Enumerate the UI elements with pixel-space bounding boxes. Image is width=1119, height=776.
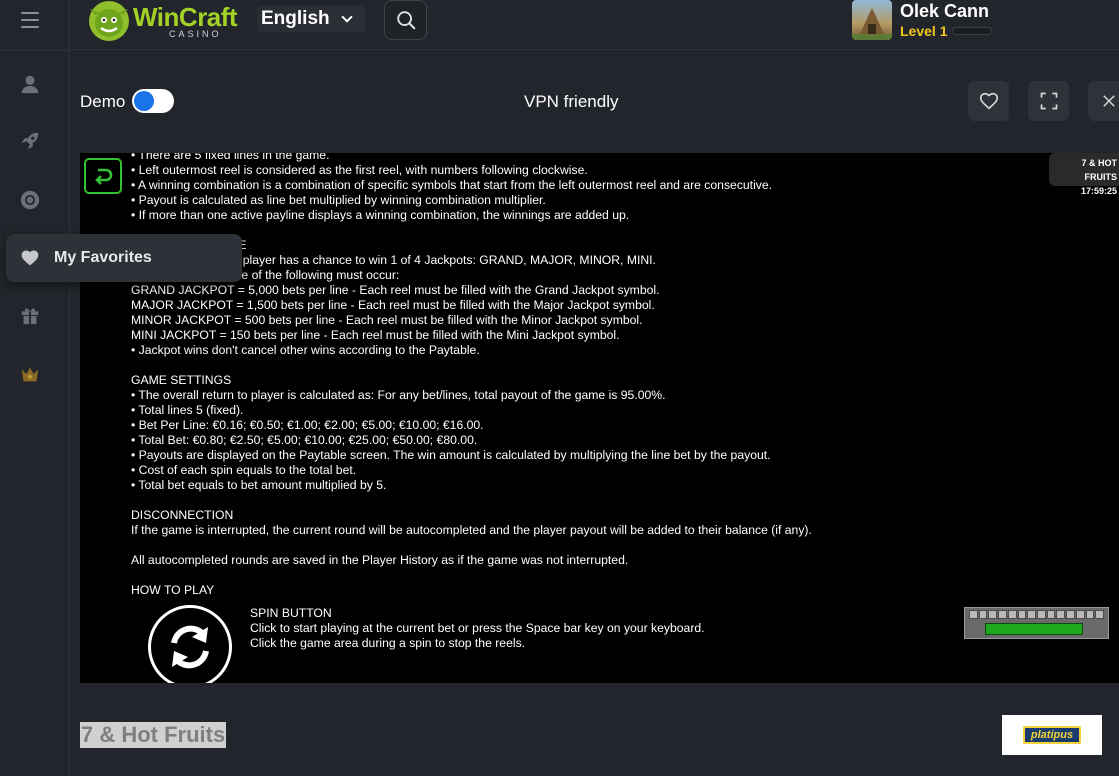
brand-name: WinCraft [133,1,238,32]
goblin-mascot-icon [89,1,129,41]
rules-line: • There are 5 fixed lines in the game. [131,153,330,162]
search-icon [396,11,415,30]
sidebar-divider [0,50,70,51]
language-value: English [261,8,330,29]
rules-line: MAJOR JACKPOT = 1,500 bets per line - Ea… [131,298,655,312]
fullscreen-icon [1040,92,1057,110]
rules-line: All autocompleted rounds are saved in th… [131,553,629,567]
search-button[interactable] [384,0,427,40]
rules-line [131,493,1031,508]
rules-line [131,568,1031,583]
rules-line [131,223,1031,238]
chevron-down-icon [341,11,353,23]
game-frame[interactable]: • There are 5 fixed lines in the game. • … [80,153,1119,683]
rules-line: • A winning combination is a combination… [131,178,773,192]
game-info-badge: 7 & HOT FRUITS 17:59:25 [1049,153,1119,196]
rules-line: During any spin, the player has a chance… [131,253,656,267]
rocket-icon[interactable] [17,128,43,154]
rules-line: HOW TO PLAY [131,583,215,597]
rules-line: • If more than one active payline displa… [131,208,630,222]
avatar [852,0,892,40]
top-bar: WinCraft CASINO English Olek Cann Level … [71,0,1119,50]
user-profile[interactable]: Olek Cann Level 1 [852,0,994,42]
spin-arrows-icon [171,625,209,669]
rules-line: • The overall return to player is calcul… [131,388,666,402]
back-button[interactable] [84,158,122,194]
user-icon[interactable] [17,71,43,97]
casino-chip-icon[interactable] [17,187,43,213]
spin-help-title: SPIN BUTTON [250,606,332,620]
return-arrow-icon [95,168,113,185]
spin-help-line1: Click to start playing at the current be… [250,621,705,635]
rules-line: • Left outermost reel is considered as t… [131,163,588,177]
rules-line: GRAND JACKPOT = 5,000 bets per line - Ea… [131,283,660,297]
provider-logo[interactable]: platipus [1002,715,1102,755]
rules-line: • Payout is calculated as line bet multi… [131,193,546,207]
rules-line: • Bet Per Line: €0.16; €0.50; €1.00; €2.… [131,418,484,432]
rules-line: • Payouts are displayed on the Paytable … [131,448,771,462]
gift-icon[interactable] [17,302,43,328]
game-rules-text: • There are 5 fixed lines in the game. • … [131,153,1031,598]
spin-help: SPIN BUTTON Click to start playing at th… [250,606,705,651]
vpn-friendly-label: VPN friendly [524,92,619,111]
demo-label: Demo [80,92,126,111]
toggle-knob [134,91,154,111]
my-favorites-item[interactable]: My Favorites [6,234,242,282]
demo-toggle[interactable] [132,89,174,113]
user-name: Olek Cann [900,1,990,21]
mini-keys [969,610,1105,619]
game-info-title: 7 & HOT FRUITS [1081,158,1117,182]
crown-icon[interactable] [17,361,43,387]
heart-outline-icon [979,92,998,110]
rules-line: • Total lines 5 (fixed). [131,403,244,417]
fullscreen-button[interactable] [1028,81,1069,121]
close-icon [1102,95,1115,107]
menu-icon[interactable] [21,12,39,28]
game-title: 7 & Hot Fruits [80,722,227,748]
rules-line: DISCONNECTION [131,508,234,522]
rules-line: JACKPOT FEATURE [131,238,1031,253]
rules-line: • Cost of each spin equals to the total … [131,463,357,477]
rules-line: • Total Bet: €0.80; €2.50; €5.00; €10.00… [131,433,478,447]
mini-control-panel[interactable] [964,607,1109,639]
rules-line [131,358,1031,373]
rules-line: MINI JACKPOT = 150 bets per line - Each … [131,328,620,342]
rules-line: • Total bet equals to bet amount multipl… [131,478,387,492]
rules-line: To win a Jackpot, one of the following m… [131,268,400,282]
rules-line: If the game is interrupted, the current … [131,523,812,537]
my-favorites-label: My Favorites [54,249,152,266]
provider-name: platipus [1022,726,1082,744]
spin-button[interactable] [148,605,232,683]
close-game-button[interactable] [1088,81,1119,121]
rules-line: MINOR JACKPOT = 500 bets per line - Each… [131,313,643,327]
user-level: Level 1 [900,23,948,39]
spin-help-line2: Click the game area during a spin to sto… [250,636,526,650]
mini-progress-bar [985,623,1083,635]
level-progress-bar [952,27,992,35]
heart-icon [21,250,39,266]
brand-sub: CASINO [169,28,222,39]
rules-line [131,538,1031,553]
language-select[interactable]: English [257,6,365,32]
rules-line: GAME SETTINGS [131,373,232,387]
game-info-time: 17:59:25 [1080,186,1117,196]
wincraft-logo[interactable]: WinCraft CASINO [89,0,238,42]
favorite-button[interactable] [968,81,1009,121]
rules-line: • Jackpot wins don't cancel other wins a… [131,343,480,357]
sidebar [0,0,70,776]
